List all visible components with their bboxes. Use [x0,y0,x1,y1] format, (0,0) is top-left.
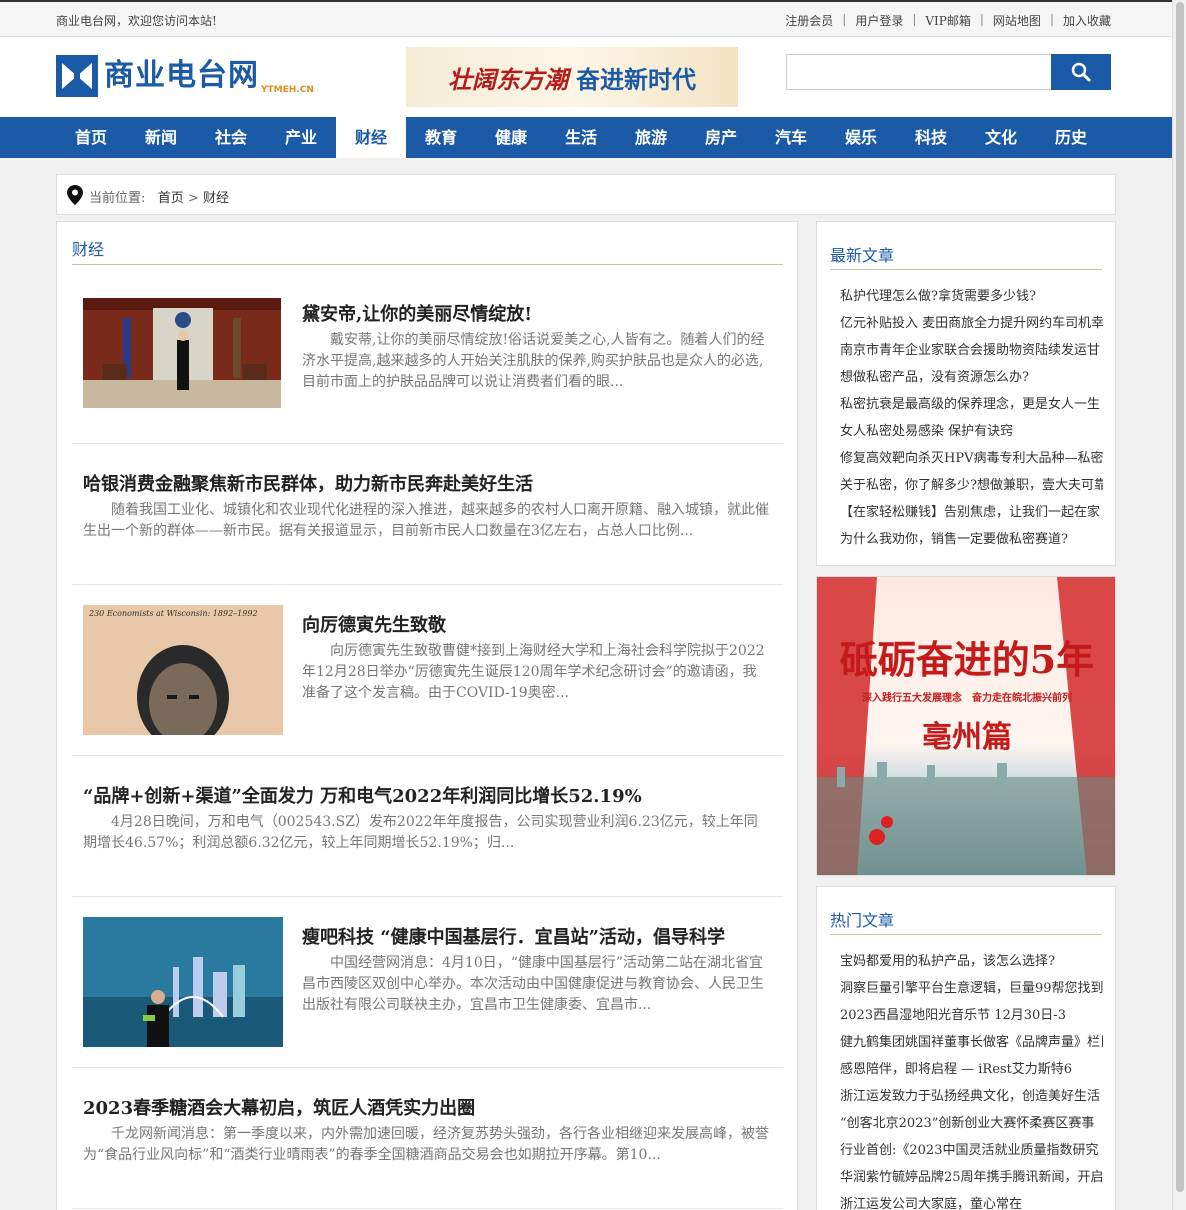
article-item[interactable]: “品牌+创新+渠道”全面发力 万和电气2022年利润同比增长52.19% 4月2… [72,756,783,897]
site-header: 商业电台网 YTMEH.CN 壮阔东方潮 奋进新时代 [0,37,1172,117]
article-thumbnail[interactable]: 230 Economists at Wisconsin: 1892–1992 [83,605,283,735]
article-summary: 4月28日晚间，万和电气（002543.SZ）发布2022年年度报告，公司实现营… [83,814,758,851]
latest-list-item[interactable]: 女人私密处易感染 保护有诀窍 [840,418,1103,445]
search-box [786,54,1111,90]
header-banner-ad[interactable]: 壮阔东方潮 奋进新时代 [406,47,738,107]
scrollbar-thumb[interactable] [1176,2,1184,1192]
hot-list-item[interactable]: 华润紫竹毓婷品牌25周年携手腾讯新闻，开启 [840,1164,1103,1191]
nav-item[interactable]: 房产 [686,117,756,158]
top-bar: 商业电台网，欢迎您访问本站! 注册会员 | 用户登录 | VIP邮箱 | 网站地图 | … [0,0,1172,37]
ad-city: 亳州篇 [922,720,1012,755]
hot-list-item[interactable]: 洞察巨量引擎平台生意逻辑，巨量99帮您找到: [840,975,1103,1002]
breadcrumb: 当前位置: 首页 > 财经 [56,174,1116,215]
hot-list-item[interactable]: “创客北京2023”创新创业大赛怀柔赛区赛事 [840,1110,1103,1137]
sitemap-link[interactable]: 网站地图 [993,12,1041,29]
article-summary: 随着我国工业化、城镇化和农业现代化进程的深入推进，越来越多的农村人口离开原籍、融… [83,502,769,539]
nav-item[interactable]: 新闻 [126,117,196,158]
article-item[interactable]: 230 Economists at Wisconsin: 1892–1992 向… [72,585,783,756]
latest-list-item[interactable]: 想做私密产品，没有资源怎么办? [840,364,1103,391]
nav-item[interactable]: 科技 [896,117,966,158]
latest-list-item[interactable]: 修复高效靶向杀灭HPV病毒专利大品种—私密: [840,445,1103,472]
latest-list-item[interactable]: 亿元补贴投入 麦田商旅全力提升网约车司机幸 [840,310,1103,337]
thumbnail-caption: 230 Economists at Wisconsin: 1892–1992 [89,609,258,618]
site-logo[interactable]: 商业电台网 YTMEH.CN [56,55,314,97]
latest-list-item[interactable]: 私密抗衰是最高级的保养理念，更是女人一生 [840,391,1103,418]
vip-mail-link[interactable]: VIP邮箱 [925,12,970,29]
hot-title: 热门文章 [830,907,1102,935]
hot-list-item[interactable]: 浙江运发致力于弘扬经典文化，创造美好生活 [840,1083,1103,1110]
latest-list-item[interactable]: 南京市青年企业家联合会援助物资陆续发运甘 [840,337,1103,364]
hot-list-item[interactable]: 浙江运发公司大家庭，童心常在 [840,1191,1103,1210]
ad-subline: 深入践行五大发展理念 奋力走在皖北振兴前列 [862,693,1072,704]
latest-list-item[interactable]: 为什么我劝你，销售一定要做私密赛道? [840,526,1103,553]
article-thumbnail[interactable] [83,917,283,1047]
add-favorite-link[interactable]: 加入收藏 [1063,12,1111,29]
latest-list-item[interactable]: 【在家轻松赚钱】告别焦虑，让我们一起在家 [840,499,1103,526]
hot-list-item[interactable]: 宝妈都爱用的私护产品，该怎么选择? [840,948,1103,975]
login-link[interactable]: 用户登录 [855,12,903,29]
article-item[interactable]: 哈银消费金融聚焦新市民群体，助力新市民奔赴美好生活 随着我国工业化、城镇化和农业… [72,444,783,585]
nav-item[interactable]: 汽车 [756,117,826,158]
nav-item[interactable]: 文化 [966,117,1036,158]
banner-text-2: 奋进新时代 [576,65,696,94]
page-scrollbar[interactable] [1172,0,1186,1210]
ad-headline: 砥砺奋进的5年 [839,637,1095,682]
latest-articles-panel: 最新文章 私护代理怎么做?拿货需要多少钱? 亿元补贴投入 麦田商旅全力提升网约车司… [816,221,1116,566]
welcome-text: 商业电台网，欢迎您访问本站! [56,14,217,28]
register-link[interactable]: 注册会员 [785,12,833,29]
article-title[interactable]: 向厉德寅先生致敬 [302,611,446,637]
article-summary: 向厉德寅先生致敬曹健*接到上海财经大学和上海社会科学院拟于2022年12月28日… [302,643,765,701]
hot-list-item[interactable]: 行业首创:《2023中国灵活就业质量指数研究 [840,1137,1103,1164]
latest-list-item[interactable]: 私护代理怎么做?拿货需要多少钱? [840,283,1103,310]
article-summary: 中国经营网消息：4月10日，“健康中国基层行”活动第二站在湖北省宜昌市西陵区双创… [302,955,764,1013]
logo-text: 商业电台网 [104,58,259,93]
article-summary: 戴安蒂,让你的美丽尽情绽放!俗话说爱美之心,人皆有之。随着人们的经济水平提高,越… [302,332,765,390]
latest-list-item[interactable]: 关于私密，你了解多少?想做兼职，壹大夫可靠 [840,472,1103,499]
search-icon [1071,62,1091,82]
nav-item[interactable]: 社会 [196,117,266,158]
search-button[interactable] [1051,54,1111,90]
top-links: 注册会员 | 用户登录 | VIP邮箱 | 网站地图 | 加入收藏 [785,12,1111,29]
logo-domain: YTMEH.CN [261,85,314,95]
nav-item[interactable]: 旅游 [616,117,686,158]
nav-item[interactable]: 教育 [406,117,476,158]
breadcrumb-separator: > [187,191,199,206]
main-nav: 首页 新闻 社会 产业 财经 教育 健康 生活 旅游 房产 汽车 娱乐 科技 文化 历史 [0,117,1172,158]
article-summary: 千龙网新闻消息：第一季度以来，内外需加速回暖，经济复苏势头强劲，各行各业相继迎来… [83,1126,769,1163]
hot-list-item[interactable]: 感恩陪伴，即将启程 — iRest艾力斯特6 [840,1056,1103,1083]
hot-articles-panel: 热门文章 宝妈都爱用的私护产品，该怎么选择? 洞察巨量引擎平台生意逻辑，巨量99帮… [816,886,1116,1210]
nav-item[interactable]: 首页 [56,117,126,158]
banner-text-1: 壮阔东方潮 [448,65,568,94]
nav-item[interactable]: 产业 [266,117,336,158]
search-input[interactable] [786,54,1051,90]
breadcrumb-home[interactable]: 首页 [158,191,184,206]
article-title[interactable]: 哈银消费金融聚焦新市民群体，助力新市民奔赴美好生活 [83,470,533,496]
nav-item[interactable]: 生活 [546,117,616,158]
nav-item[interactable]: 历史 [1036,117,1106,158]
article-title[interactable]: 瘦吧科技 “健康中国基层行．宜昌站”活动，倡导科学 [302,923,725,949]
nav-item[interactable]: 娱乐 [826,117,896,158]
nav-item[interactable]: 健康 [476,117,546,158]
hot-list-item[interactable]: 2023西昌湿地阳光音乐节 12月30日-3 [840,1002,1103,1029]
article-title[interactable]: 黛安帝,让你的美丽尽情绽放! [302,300,532,326]
latest-title: 最新文章 [830,242,1102,270]
article-item[interactable]: 黛安帝,让你的美丽尽情绽放! 戴安蒂,让你的美丽尽情绽放!俗话说爱美之心,人皆有… [72,284,783,444]
location-pin-icon [67,185,83,205]
article-list-panel: 财经 黛安帝,让你的美丽尽情绽放! 戴安蒂,让你的美丽尽情绽放!俗话说爱美之心,… [56,221,798,1210]
article-item[interactable]: 瘦吧科技 “健康中国基层行．宜昌站”活动，倡导科学 中国经营网消息：4月10日，… [72,897,783,1068]
nav-item[interactable]: 财经 [336,117,406,158]
breadcrumb-label: 当前位置: [89,191,146,206]
breadcrumb-current[interactable]: 财经 [203,191,229,206]
hot-list-item[interactable]: 健九鹤集团姚国祥董事长做客《品牌声量》栏目 [840,1029,1103,1056]
article-title[interactable]: “品牌+创新+渠道”全面发力 万和电气2022年利润同比增长52.19% [83,782,642,808]
section-title: 财经 [72,236,783,265]
article-item[interactable]: 2023春季糖酒会大幕初启，筑匠人酒凭实力出圈 千龙网新闻消息：第一季度以来，内… [72,1068,783,1209]
sidebar-ad[interactable]: 砥砺奋进的5年 深入践行五大发展理念 奋力走在皖北振兴前列 亳州篇 [816,576,1116,876]
article-title[interactable]: 2023春季糖酒会大幕初启，筑匠人酒凭实力出圈 [83,1094,475,1120]
article-thumbnail[interactable] [83,298,281,408]
logo-icon [56,55,98,97]
